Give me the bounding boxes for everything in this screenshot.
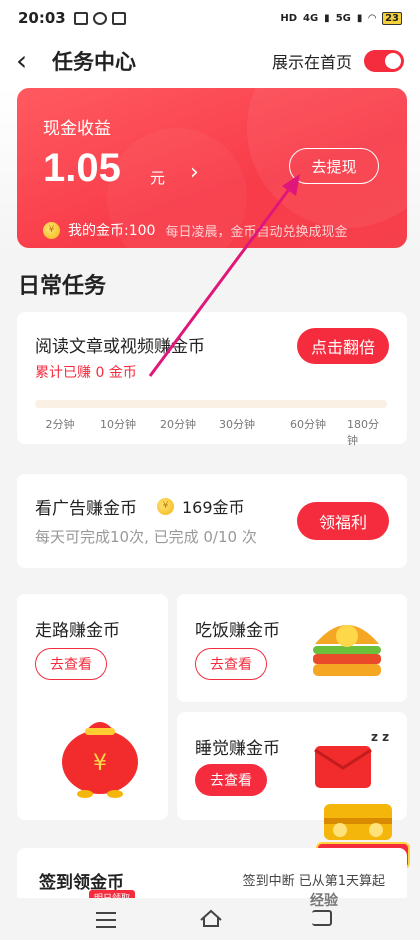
menu-icon[interactable] <box>96 912 116 933</box>
home-icon[interactable] <box>199 908 223 928</box>
system-nav-bar <box>0 898 420 940</box>
watermark: 经验 <box>310 893 338 909</box>
annotation-arrow <box>148 174 300 377</box>
system-back-icon[interactable] <box>312 910 332 926</box>
